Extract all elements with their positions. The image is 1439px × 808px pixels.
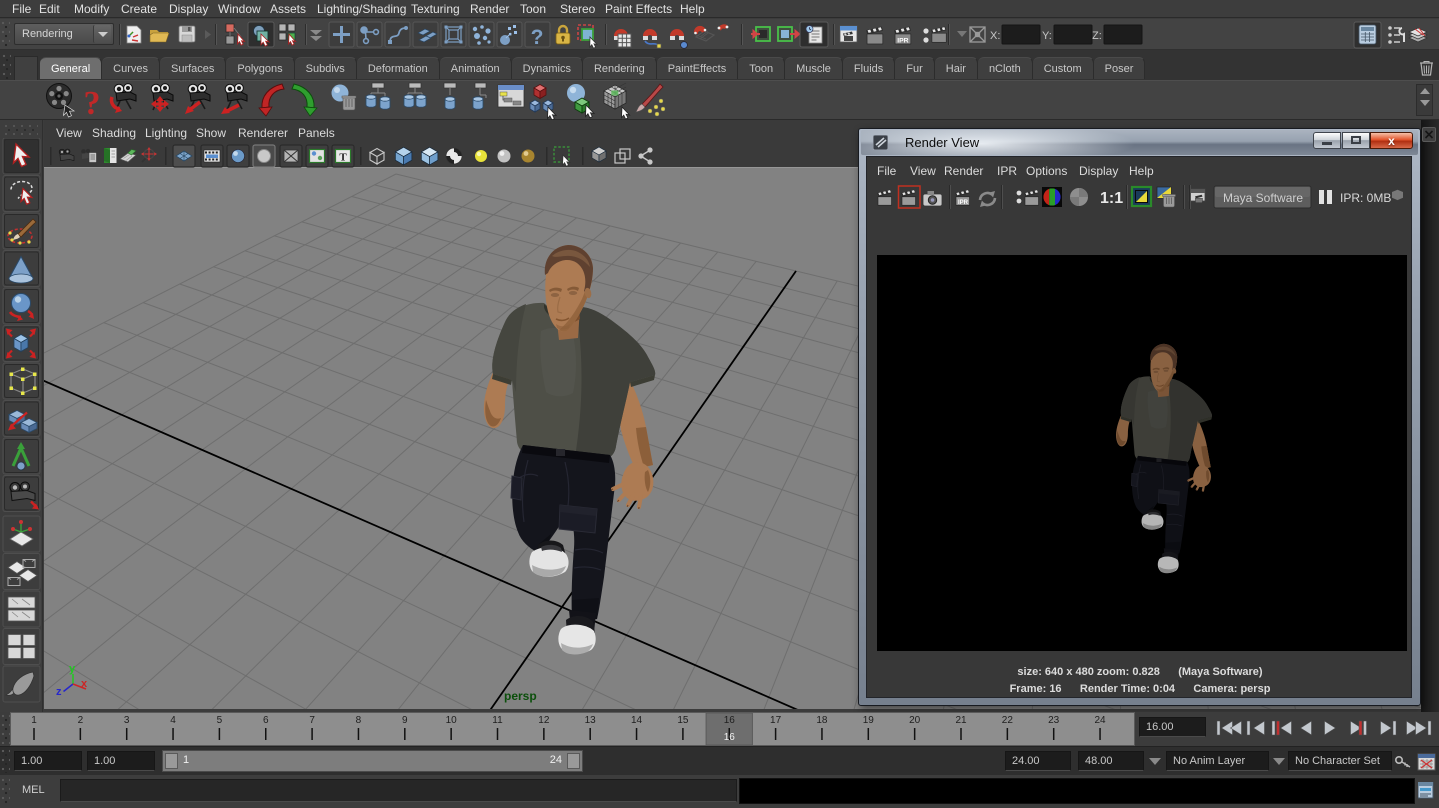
svg-text:10: 10: [446, 715, 458, 726]
svg-text:3: 3: [124, 715, 130, 726]
svg-text:14: 14: [631, 715, 643, 726]
svg-text:12: 12: [538, 715, 550, 726]
svg-text:11: 11: [492, 715, 503, 726]
svg-text:17: 17: [770, 715, 782, 726]
svg-text:persp: persp: [504, 689, 537, 703]
svg-text:22: 22: [1002, 715, 1014, 726]
svg-text:2: 2: [78, 715, 84, 726]
svg-text:7: 7: [309, 715, 315, 726]
svg-text:19: 19: [863, 715, 875, 726]
svg-text:5: 5: [217, 715, 223, 726]
svg-text:z: z: [56, 686, 62, 698]
svg-text:Maya Software: Maya Software: [1223, 191, 1303, 205]
svg-text:IPR: IPR: [897, 37, 908, 44]
svg-text:15: 15: [677, 715, 689, 726]
svg-text:Z:: Z:: [1092, 30, 1102, 42]
svg-text:8: 8: [356, 715, 362, 726]
svg-text:IPR: IPR: [958, 200, 969, 206]
svg-text:23: 23: [1048, 715, 1060, 726]
svg-text:4: 4: [170, 715, 176, 726]
svg-text:16: 16: [724, 715, 736, 726]
svg-text:X:: X:: [990, 30, 1000, 42]
svg-text:T: T: [339, 152, 347, 164]
svg-text:6: 6: [263, 715, 269, 726]
svg-text:18: 18: [816, 715, 828, 726]
svg-text:y: y: [69, 663, 76, 675]
svg-text:?: ?: [84, 85, 101, 120]
svg-text:Y:: Y:: [1042, 30, 1052, 42]
svg-text:x: x: [81, 678, 88, 690]
svg-text:?: ?: [531, 26, 544, 49]
svg-text:1:1: 1:1: [1100, 190, 1123, 207]
svg-text:13: 13: [585, 715, 597, 726]
svg-text:16: 16: [724, 732, 736, 743]
svg-text:24: 24: [1094, 715, 1106, 726]
svg-text:IPR: 0MB: IPR: 0MB: [1340, 191, 1391, 205]
svg-text:20: 20: [909, 715, 921, 726]
svg-text:9: 9: [402, 715, 408, 726]
svg-text:21: 21: [955, 715, 967, 726]
svg-text:1: 1: [31, 715, 37, 726]
